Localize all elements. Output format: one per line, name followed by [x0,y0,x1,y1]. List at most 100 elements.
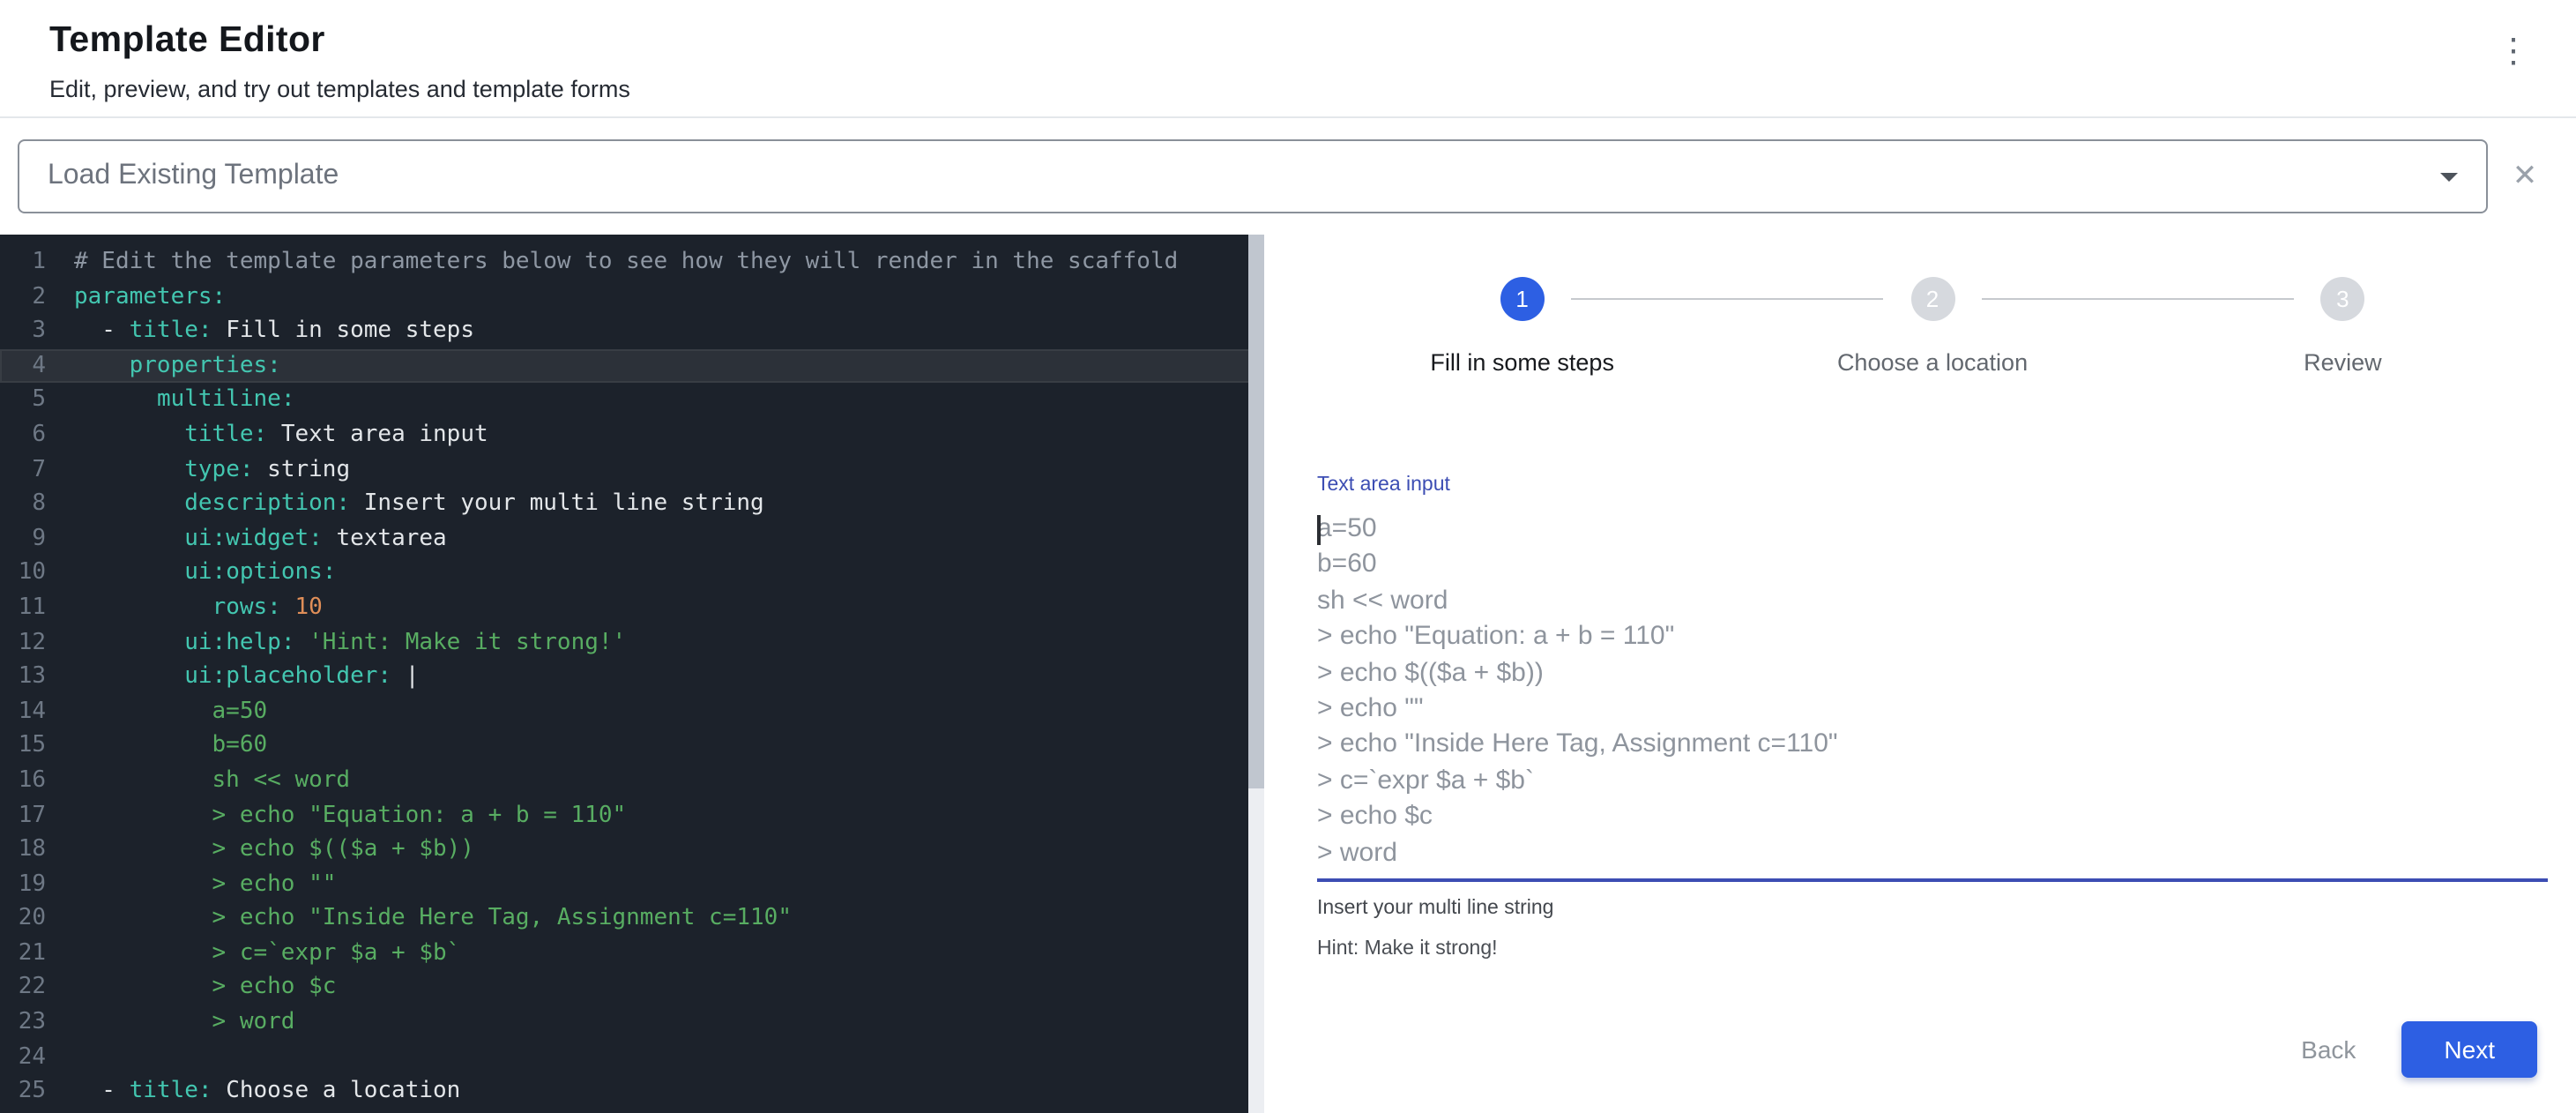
stepper: 1 Fill in some steps 2 Choose a location… [1317,277,2548,376]
line-number: 8 [0,487,46,521]
code-text: > c=`expr $a + $b` [46,937,460,971]
step-label: Review [2304,349,2382,376]
code-line: 25 - title: Choose a location [0,1075,1264,1109]
code-line: 16 sh << word [0,764,1264,798]
code-line: 21 > c=`expr $a + $b` [0,937,1264,971]
line-number: 9 [0,522,46,556]
code-lines: 1# Edit the template parameters below to… [0,245,1264,1109]
code-line: 14 a=50 [0,694,1264,728]
line-number: 4 [0,349,46,384]
line-number: 1 [0,245,46,280]
yaml-editor[interactable]: 1# Edit the template parameters below to… [0,235,1264,1113]
code-text: rows: 10 [46,591,323,625]
code-text: - title: Fill in some steps [46,314,474,348]
template-editor-page: Template Editor Edit, preview, and try o… [0,0,2576,1113]
stepper-connector [1982,298,2293,300]
steps-row: 1 Fill in some steps 2 Choose a location… [1317,277,2548,376]
multiline-form-field: Text area input a=50 b=60 sh << word > e… [1317,474,2548,960]
line-number: 24 [0,1040,46,1074]
line-number: 16 [0,764,46,798]
line-number: 2 [0,280,46,314]
line-number: 22 [0,971,46,1005]
step-review: 3 Review [2138,277,2548,376]
code-text: sh << word [46,764,350,798]
line-number: 20 [0,902,46,937]
step-label: Fill in some steps [1430,349,1614,376]
line-number: 10 [0,556,46,591]
code-line: 3 - title: Fill in some steps [0,314,1264,348]
code-line: 20 > echo "Inside Here Tag, Assignment c… [0,902,1264,937]
code-line: 12 ui:help: 'Hint: Make it strong!' [0,625,1264,660]
line-number: 6 [0,418,46,452]
editor-scrollbar[interactable] [1248,235,1264,1113]
code-text: - title: Choose a location [46,1075,460,1109]
field-description: Insert your multi line string [1317,898,2548,919]
code-text: ui:help: 'Hint: Make it strong!' [46,625,626,660]
kebab-menu-icon[interactable]: ⋮ [2497,35,2530,69]
code-text: type: string [46,452,350,487]
back-button[interactable]: Back [2280,1021,2377,1078]
code-line: 5 multiline: [0,384,1264,418]
code-text: b=60 [46,729,267,764]
code-line: 9 ui:widget: textarea [0,522,1264,556]
code-text [46,1040,74,1074]
code-line: 6 title: Text area input [0,418,1264,452]
main-content: 1# Edit the template parameters below to… [0,235,2576,1113]
code-text: parameters: [46,280,226,314]
step-circle: 1 [1500,277,1545,321]
caret-down-icon[interactable] [2440,172,2458,181]
code-text: > echo "Inside Here Tag, Assignment c=11… [46,902,792,937]
code-line: 7 type: string [0,452,1264,487]
code-line: 8 description: Insert your multi line st… [0,487,1264,521]
code-text: description: Insert your multi line stri… [46,487,764,521]
code-line: 18 > echo $(($a + $b)) [0,833,1264,867]
code-text: title: Text area input [46,418,488,452]
text-cursor [1317,515,1320,545]
page-title: Template Editor [49,19,2527,62]
code-line: 11 rows: 10 [0,591,1264,625]
stepper-connector [1572,298,1883,300]
line-number: 14 [0,694,46,728]
code-text: ui:placeholder: | [46,660,419,694]
line-number: 11 [0,591,46,625]
code-text: properties: [46,349,281,384]
next-button[interactable]: Next [2401,1021,2537,1078]
code-text: > echo $c [46,971,336,1005]
code-line: 1# Edit the template parameters below to… [0,245,1264,280]
line-number: 23 [0,1005,46,1040]
step-choose-a-location: 2 Choose a location [1727,277,2137,376]
multiline-textarea[interactable]: a=50 b=60 sh << word > echo "Equation: a… [1317,512,2548,882]
page-header: Template Editor Edit, preview, and try o… [0,0,2576,118]
code-line: 15 b=60 [0,729,1264,764]
code-text: > echo "" [46,867,336,901]
line-number: 15 [0,729,46,764]
step-fill-in-some-steps: 1 Fill in some steps [1317,277,1727,376]
code-line: 10 ui:options: [0,556,1264,591]
code-line: 4 properties: [0,349,1264,384]
page-subtitle: Edit, preview, and try out templates and… [49,76,2527,102]
line-number: 13 [0,660,46,694]
line-number: 5 [0,384,46,418]
line-number: 21 [0,937,46,971]
code-line: 24 [0,1040,1264,1074]
code-line: 13 ui:placeholder: | [0,660,1264,694]
form-preview-panel: 1 Fill in some steps 2 Choose a location… [1264,235,2576,1113]
load-template-select[interactable]: Load Existing Template [18,139,2488,213]
select-placeholder: Load Existing Template [48,161,2426,192]
field-label: Text area input [1317,474,2548,496]
close-icon[interactable]: ✕ [2488,159,2562,194]
code-text: a=50 [46,694,267,728]
code-text: > word [46,1005,294,1040]
field-hint: Hint: Make it strong! [1317,938,2548,960]
code-line: 2parameters: [0,280,1264,314]
code-text: multiline: [46,384,295,418]
step-circle: 3 [2320,277,2364,321]
line-number: 17 [0,798,46,833]
line-number: 19 [0,867,46,901]
scrollbar-thumb[interactable] [1248,235,1264,788]
code-text: # Edit the template parameters below to … [46,245,1178,280]
line-number: 18 [0,833,46,867]
code-text: ui:options: [46,556,336,591]
line-number: 25 [0,1075,46,1109]
code-text: > echo "Equation: a + b = 110" [46,798,626,833]
